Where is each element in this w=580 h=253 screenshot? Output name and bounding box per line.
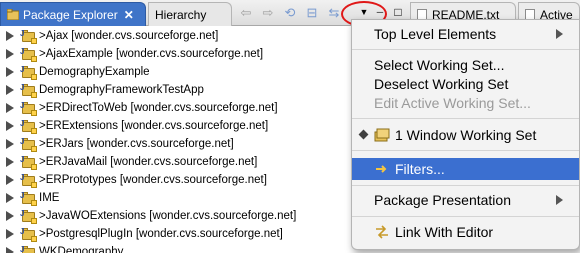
view-toolbar: ⇦ ⇨ ⟲ ⊟ ⇆ [236, 3, 344, 23]
tree-row[interactable]: J >ERPrototypes [wonder.cvs.sourceforge.n… [0, 171, 360, 189]
tree-row[interactable]: J DemographyFrameworkTestApp [0, 81, 360, 99]
expand-triangle-icon[interactable] [6, 49, 14, 59]
project-folder-icon: J [20, 137, 37, 152]
package-explorer-icon [6, 8, 20, 21]
expand-triangle-icon[interactable] [6, 247, 14, 253]
project-folder-icon: J [20, 119, 37, 134]
tree-row-label: >ERJars [wonder.cvs.sourceforge.net] [39, 138, 234, 150]
menu-item-label: Deselect Working Set [374, 76, 509, 92]
tree-row-label: >PostgresqlPlugIn [wonder.cvs.sourceforg… [39, 228, 283, 240]
tree-row[interactable]: J DemographyExample [0, 63, 360, 81]
menu-item-package-presentation[interactable]: Package Presentation [352, 189, 579, 211]
link-with-editor-icon[interactable]: ⇆ [324, 3, 344, 23]
close-icon[interactable]: ✕ [124, 8, 134, 22]
expand-triangle-icon[interactable] [6, 175, 14, 185]
tree-row-label: >ERExtensions [wonder.cvs.sourceforge.ne… [39, 120, 269, 132]
tree-row-label: >ERDirectToWeb [wonder.cvs.sourceforge.n… [39, 102, 278, 114]
tree-row-label: >ERJavaMail [wonder.cvs.sourceforge.net] [39, 156, 258, 168]
menu-item-label: 1 Window Working Set [395, 127, 537, 143]
tree-row-label: DemographyFrameworkTestApp [39, 84, 204, 96]
project-folder-icon: J [20, 29, 37, 44]
menu-item-label: Package Presentation [374, 192, 511, 208]
project-folder-icon: J [20, 83, 37, 98]
project-folder-icon: J [20, 209, 37, 224]
package-explorer-tree: J >Ajax [wonder.cvs.sourceforge.net] J >Aja… [0, 27, 360, 253]
view-menu-chevron-down-icon[interactable]: ▼ [356, 4, 372, 20]
expand-triangle-icon[interactable] [6, 67, 14, 77]
filter-arrow-icon [374, 161, 390, 177]
tree-row[interactable]: J >ERJavaMail [wonder.cvs.sourceforge.net… [0, 153, 360, 171]
menu-separator [352, 185, 579, 186]
checked-diamond-icon [358, 129, 369, 140]
expand-triangle-icon[interactable] [6, 103, 14, 113]
menu-separator [352, 118, 579, 119]
view-menu-dropdown: Top Level Elements Select Working Set...… [351, 19, 580, 250]
menu-separator [352, 216, 579, 217]
tree-row-label: WKDemography [39, 246, 124, 253]
tree-row-label: >ERPrototypes [wonder.cvs.sourceforge.ne… [39, 174, 267, 186]
tree-row[interactable]: J >AjaxExample [wonder.cvs.sourceforge.ne… [0, 45, 360, 63]
tab-package-explorer-label: Package Explorer [23, 7, 118, 22]
tree-row[interactable]: J WKDemography [0, 243, 360, 253]
menu-item-top-level-elements[interactable]: Top Level Elements [352, 23, 579, 45]
tree-row-label: IME [39, 192, 60, 204]
project-folder-icon: J [20, 191, 37, 206]
tree-row[interactable]: J >ERExtensions [wonder.cvs.sourceforge.n… [0, 117, 360, 135]
tree-row-label: >Ajax [wonder.cvs.sourceforge.net] [39, 30, 219, 42]
submenu-arrow-icon [556, 29, 563, 39]
project-folder-icon: J [20, 101, 37, 116]
expand-triangle-icon[interactable] [6, 121, 14, 131]
tree-row[interactable]: J >ERJars [wonder.cvs.sourceforge.net] [0, 135, 360, 153]
expand-triangle-icon[interactable] [6, 229, 14, 239]
back-arrow-icon[interactable]: ⇦ [236, 3, 256, 23]
tree-row[interactable]: J >JavaWOExtensions [wonder.cvs.sourcefor… [0, 207, 360, 225]
menu-item-window-working-set[interactable]: 1 Window Working Set [352, 124, 579, 146]
expand-triangle-icon[interactable] [6, 31, 14, 41]
menu-item-label: Edit Active Working Set... [374, 95, 531, 111]
expand-triangle-icon[interactable] [6, 211, 14, 221]
tab-hierarchy[interactable]: Hierarchy [148, 2, 232, 26]
tree-row-label: >AjaxExample [wonder.cvs.sourceforge.net… [39, 48, 264, 60]
expand-triangle-icon[interactable] [6, 85, 14, 95]
up-icon[interactable]: ⟲ [280, 3, 300, 23]
menu-separator [352, 150, 579, 151]
collapse-all-icon[interactable]: ⊟ [302, 3, 322, 23]
expand-triangle-icon[interactable] [6, 139, 14, 149]
project-folder-icon: J [20, 245, 36, 253]
expand-triangle-icon[interactable] [6, 193, 14, 203]
project-folder-icon: J [20, 173, 37, 188]
project-folder-icon: J [20, 65, 37, 80]
project-folder-icon: J [20, 227, 37, 242]
tree-row-label: DemographyExample [39, 66, 150, 78]
project-folder-icon: J [20, 155, 37, 170]
menu-item-label: Filters... [395, 161, 445, 177]
forward-arrow-icon[interactable]: ⇨ [258, 3, 278, 23]
tab-hierarchy-label: Hierarchy [155, 7, 207, 22]
menu-item-link-with-editor[interactable]: Link With Editor [352, 221, 579, 243]
menu-item-label: Top Level Elements [374, 26, 497, 42]
submenu-arrow-icon [556, 195, 563, 205]
link-arrows-icon [374, 224, 390, 240]
menu-item-filters[interactable]: Filters... [352, 158, 579, 180]
tab-package-explorer[interactable]: Package Explorer ✕ [0, 2, 146, 26]
minimize-icon[interactable]: ─ [372, 4, 388, 20]
tree-row[interactable]: J >ERDirectToWeb [wonder.cvs.sourceforge.… [0, 99, 360, 117]
tree-row[interactable]: J >Ajax [wonder.cvs.sourceforge.net] [0, 27, 360, 45]
menu-item-label: Select Working Set... [374, 57, 505, 73]
menu-item-label: Link With Editor [395, 224, 494, 240]
expand-triangle-icon[interactable] [6, 157, 14, 167]
working-set-icon [374, 127, 390, 143]
menu-separator [352, 49, 579, 50]
menu-item-edit-active-working-set: Edit Active Working Set... [352, 92, 579, 114]
maximize-icon[interactable]: □ [390, 4, 406, 20]
tree-row[interactable]: J >PostgresqlPlugIn [wonder.cvs.sourcefor… [0, 225, 360, 243]
project-folder-icon: J [20, 47, 37, 62]
tree-row[interactable]: J IME [0, 189, 360, 207]
tree-row-label: >JavaWOExtensions [wonder.cvs.sourceforg… [39, 210, 297, 222]
